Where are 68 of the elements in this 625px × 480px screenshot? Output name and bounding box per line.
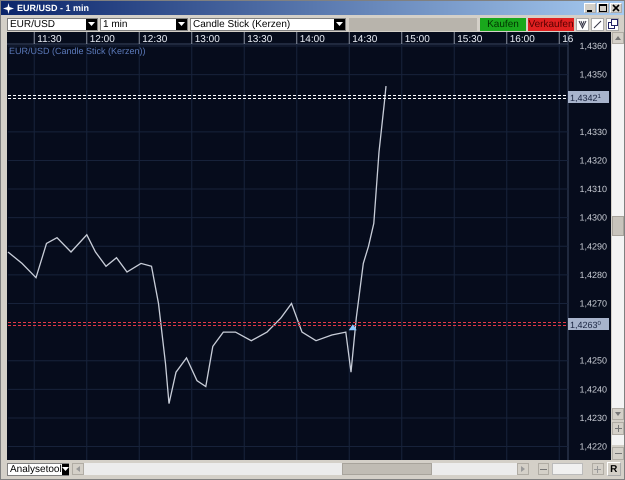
time-label: 14:30 [352, 34, 378, 45]
price-label: 1,4220 [579, 442, 607, 452]
maximize-button[interactable] [597, 3, 609, 13]
chevron-icon [578, 20, 587, 28]
scroll-down-button[interactable] [612, 408, 624, 420]
time-label: 12:00 [90, 34, 115, 45]
arrow-right-icon [520, 466, 525, 472]
buy-button[interactable]: Kaufen [480, 18, 526, 30]
analysis-tool-dropdown[interactable]: Analysetool [7, 462, 69, 476]
price-label: 1,4320 [579, 155, 607, 166]
star-icon [3, 2, 14, 14]
horizontal-scrollbar[interactable] [72, 463, 529, 475]
caret-icon [178, 22, 185, 26]
price-label: 1,4330 [579, 126, 607, 137]
minimize-button[interactable] [584, 3, 596, 13]
price-badge: 1,4342$^{1}$ [568, 91, 609, 103]
price-label: 1,4280 [579, 270, 607, 280]
price-label: 1,4230 [579, 412, 607, 423]
interval-dropdown[interactable]: 1 min [100, 18, 188, 30]
time-label: 12:30 [142, 34, 168, 45]
scroll-left-button[interactable] [72, 463, 84, 475]
price-label: 1,4360 [579, 41, 607, 51]
line-icon [593, 20, 602, 28]
time-label: 11:30 [37, 34, 62, 45]
plus-icon [614, 425, 622, 432]
triangle-icon [348, 324, 357, 330]
close-button[interactable] [610, 3, 622, 13]
reset-button[interactable]: R [606, 462, 622, 476]
instrument-dropdown[interactable]: EUR/USD [7, 18, 98, 30]
price-label: 1,4270 [579, 298, 607, 308]
tools-button[interactable] [576, 18, 589, 30]
time-label: 15:00 [404, 34, 430, 45]
caret-icon [88, 22, 95, 26]
maximize-icon [599, 4, 607, 12]
time-label: 16:00 [510, 34, 535, 45]
price-badge: 1,4263$^{0}$ [568, 318, 609, 330]
chart-caption: EUR/USD (Candle Stick (Kerzen)) [9, 46, 146, 56]
caret-icon [62, 467, 69, 471]
zoom-in-button[interactable] [592, 463, 604, 475]
time-label: 15:30 [457, 34, 482, 45]
scroll-thumb[interactable] [612, 216, 624, 236]
scroll-thumb[interactable] [342, 463, 432, 475]
scroll-right-button[interactable] [516, 463, 529, 475]
price-label: 1,4350 [579, 70, 607, 80]
vertical-scrollbar[interactable] [612, 32, 624, 420]
price-label: 1,4300 [579, 212, 607, 223]
windows-button[interactable] [606, 18, 619, 30]
price-label: 1,4250 [579, 356, 607, 366]
time-label: 16 [562, 34, 574, 45]
price-label: 1,4290 [579, 241, 607, 252]
caret-icon [336, 22, 343, 26]
close-icon [612, 4, 620, 12]
window-title: EUR/USD - 1 min [17, 3, 90, 13]
zoom-out-button[interactable] [538, 463, 550, 475]
arrow-left-icon [76, 466, 80, 472]
chart-type-dropdown[interactable]: Candle Stick (Kerzen) [190, 18, 346, 30]
windows-icon [608, 19, 618, 29]
pen-button[interactable] [591, 18, 604, 30]
price-label: 1,4310 [579, 184, 607, 194]
plus-icon [594, 466, 602, 472]
time-label: 13:00 [194, 34, 220, 45]
arrow-down-icon [615, 412, 621, 416]
zoom-out-button[interactable] [612, 446, 624, 460]
time-label: 13:30 [247, 34, 272, 45]
zoom-in-button[interactable] [612, 422, 624, 436]
arrow-up-icon [615, 36, 621, 40]
price-label: 1,4240 [579, 384, 607, 394]
time-label: 14:00 [300, 34, 325, 45]
